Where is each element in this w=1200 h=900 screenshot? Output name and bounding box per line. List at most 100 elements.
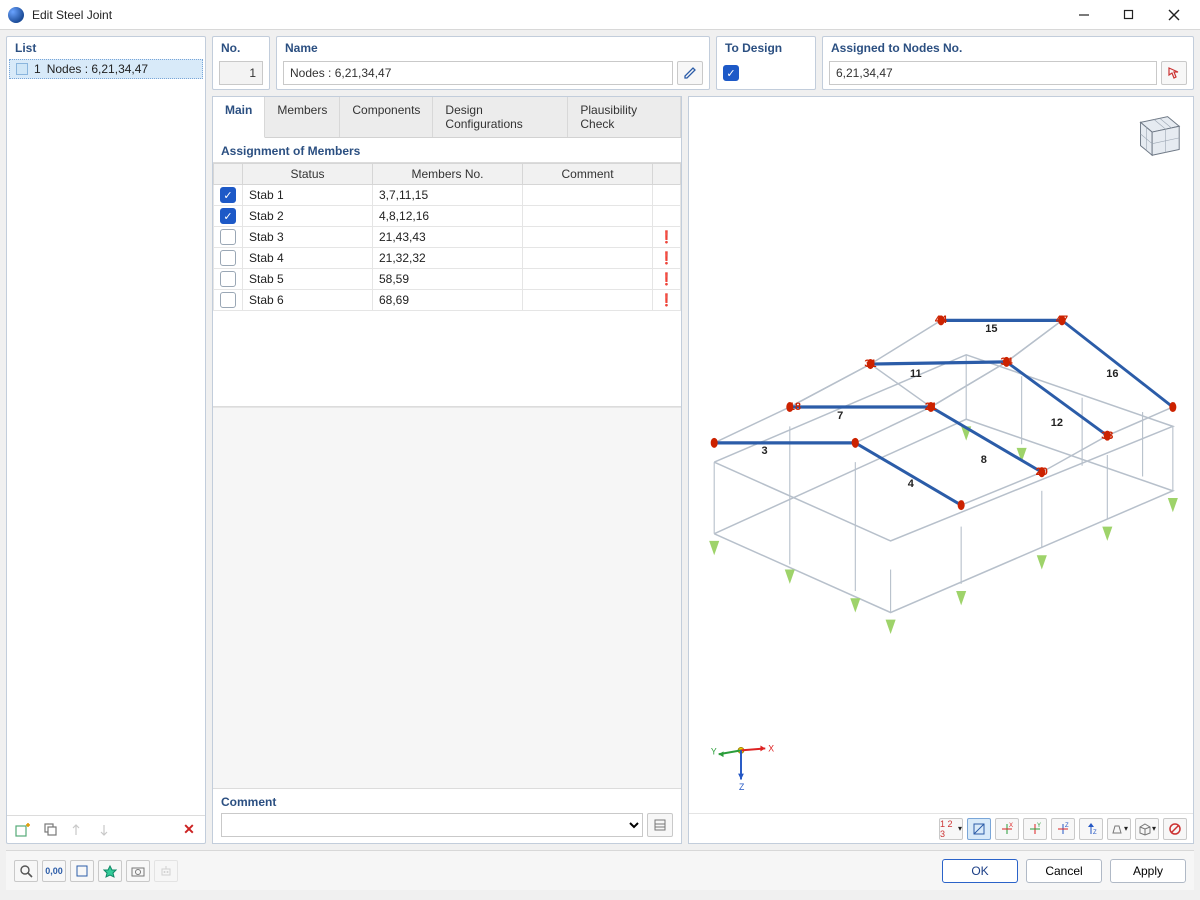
rename-button[interactable] [677, 61, 703, 85]
tab-empty-area [213, 407, 681, 788]
new-window-button[interactable] [70, 860, 94, 882]
reset-view-button[interactable] [1163, 818, 1187, 840]
x-axis-icon: X [1000, 822, 1014, 836]
close-button[interactable] [1151, 1, 1196, 29]
app-icon [8, 7, 24, 23]
z-axis-view-button[interactable]: Z [1051, 818, 1075, 840]
units-tool-button[interactable]: 0,00 [42, 860, 66, 882]
assignment-table[interactable]: Status Members No. Comment ✓Stab 13,7,11… [213, 163, 681, 311]
tab-main[interactable]: Main [213, 97, 265, 138]
row-checkbox[interactable] [220, 229, 236, 245]
row-members: 4,8,12,16 [373, 206, 523, 227]
table-row[interactable]: ✓Stab 13,7,11,15 [214, 185, 681, 206]
row-comment [523, 248, 653, 269]
new-window-icon [75, 864, 89, 878]
row-checkbox[interactable] [220, 271, 236, 287]
row-flag: ❗ [653, 248, 681, 269]
tabs: Main Members Components Design Configura… [213, 97, 681, 138]
table-row[interactable]: Stab 558,59❗ [214, 269, 681, 290]
table-row[interactable]: Stab 321,43,43❗ [214, 227, 681, 248]
main-area: No. Name To Des [212, 36, 1194, 844]
tab-members[interactable]: Members [265, 97, 340, 137]
row-members: 21,32,32 [373, 248, 523, 269]
row-comment [523, 206, 653, 227]
row-comment [523, 227, 653, 248]
perspective-icon [1110, 822, 1124, 836]
tab-plausibility-check[interactable]: Plausibility Check [568, 97, 681, 137]
no-panel: No. [212, 36, 270, 90]
clip-icon [972, 822, 986, 836]
delete-button[interactable]: ✕ [177, 819, 201, 841]
to-design-checkbox[interactable]: ✓ [723, 65, 739, 81]
numbering-button[interactable]: 1 2 3▾ [939, 818, 963, 840]
name-field[interactable] [283, 61, 673, 85]
no-field [219, 61, 263, 85]
list-item[interactable]: 1 Nodes : 6,21,34,47 [9, 59, 203, 79]
tab-panel: Main Members Components Design Configura… [212, 96, 682, 844]
ok-button[interactable]: OK [942, 859, 1018, 883]
axis-gizmo-icon[interactable]: X Y Z [707, 729, 775, 797]
comment-combo[interactable] [221, 813, 643, 837]
wizard-button[interactable] [98, 860, 122, 882]
table-row[interactable]: ✓ Stab 24,8,12,16 [214, 206, 681, 227]
robot-icon [159, 864, 173, 878]
row-status: Stab 2 [243, 206, 373, 227]
clip-view-button[interactable] [967, 818, 991, 840]
row-flag: ❗ [653, 269, 681, 290]
maximize-button[interactable] [1106, 1, 1151, 29]
x-axis-view-button[interactable]: X [995, 818, 1019, 840]
to-design-label: To Design [717, 37, 815, 57]
table-row[interactable]: Stab 421,32,32❗ [214, 248, 681, 269]
zoom-icon [19, 864, 33, 878]
row-checkbox[interactable]: ✓ [220, 187, 236, 203]
row-flag [653, 185, 681, 206]
svg-text:X: X [1009, 823, 1013, 829]
pick-icon [1167, 66, 1181, 80]
assigned-panel: Assigned to Nodes No. [822, 36, 1194, 90]
z-axis-icon: Z [1056, 822, 1070, 836]
sort-desc-button [95, 819, 119, 841]
y-axis-view-button[interactable]: Y [1023, 818, 1047, 840]
tab-design-configurations[interactable]: Design Configurations [433, 97, 568, 137]
list-header: List [7, 37, 205, 57]
new-item-button[interactable] [11, 819, 35, 841]
zoom-tool-button[interactable] [14, 860, 38, 882]
window-title: Edit Steel Joint [32, 8, 1061, 22]
z-up-view-button[interactable]: Z [1079, 818, 1103, 840]
col-members: Members No. [373, 164, 523, 185]
comment-library-button[interactable] [647, 813, 673, 837]
duplicate-button[interactable] [39, 819, 63, 841]
y-axis-icon: Y [1028, 822, 1042, 836]
col-flag [653, 164, 681, 185]
axis-y-label: Y [711, 746, 717, 756]
list-body[interactable]: 1 Nodes : 6,21,34,47 [7, 57, 205, 815]
name-panel: Name [276, 36, 710, 90]
axis-z-label: Z [739, 782, 745, 792]
viewport-toolbar: 1 2 3▾ X Y Z Z ▾ ▾ [689, 813, 1193, 843]
row-checkbox[interactable] [220, 250, 236, 266]
name-label: Name [277, 37, 709, 57]
cancel-button[interactable]: Cancel [1026, 859, 1102, 883]
row-members: 68,69 [373, 290, 523, 311]
assigned-field[interactable] [829, 61, 1157, 85]
viewport-canvas[interactable]: X Y Z 44473134182142633204151116712384 [689, 97, 1193, 813]
row-checkbox[interactable]: ✓ [220, 208, 236, 224]
assignment-title: Assignment of Members [213, 138, 681, 162]
close-icon [1168, 9, 1180, 21]
table-row[interactable]: Stab 668,69❗ [214, 290, 681, 311]
render-mode-button[interactable]: ▾ [1135, 818, 1159, 840]
perspective-button[interactable]: ▾ [1107, 818, 1131, 840]
pick-nodes-button[interactable] [1161, 61, 1187, 85]
wireframe-svg [689, 97, 1193, 813]
view-cube-icon[interactable] [1127, 105, 1185, 163]
delete-icon: ✕ [183, 821, 195, 838]
row-checkbox[interactable] [220, 292, 236, 308]
row-flag [653, 206, 681, 227]
row-members: 21,43,43 [373, 227, 523, 248]
minimize-button[interactable] [1061, 1, 1106, 29]
tab-components[interactable]: Components [340, 97, 433, 137]
col-status: Status [243, 164, 373, 185]
apply-button[interactable]: Apply [1110, 859, 1186, 883]
screenshot-button[interactable] [126, 860, 150, 882]
robot-button [154, 860, 178, 882]
